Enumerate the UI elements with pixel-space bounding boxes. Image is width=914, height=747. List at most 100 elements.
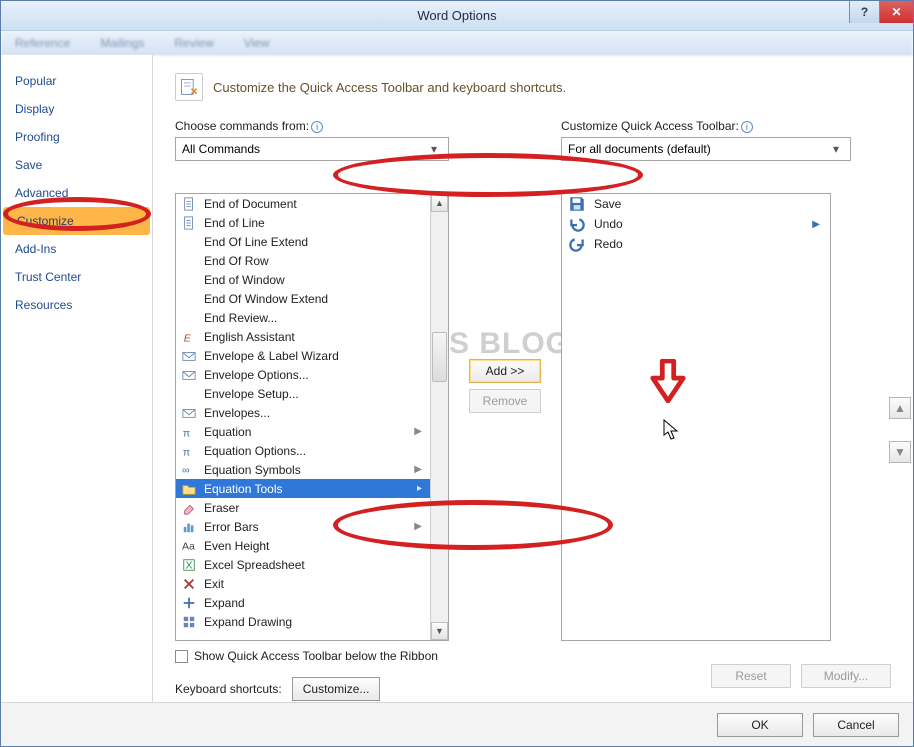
env-icon xyxy=(180,405,198,421)
command-item[interactable]: End of Document xyxy=(176,194,430,213)
command-item[interactable]: End Review... xyxy=(176,308,430,327)
command-label: Equation xyxy=(204,425,251,439)
move-up-button[interactable]: ▲ xyxy=(889,397,911,419)
reset-button[interactable]: Reset xyxy=(711,664,791,688)
submenu-indicator-icon: ▶ xyxy=(414,521,426,532)
scroll-up-button[interactable]: ▲ xyxy=(431,194,448,212)
commands-listbox[interactable]: End of DocumentEnd of LineEnd Of Line Ex… xyxy=(175,193,449,641)
sidebar-item-save[interactable]: Save xyxy=(1,151,152,179)
choose-commands-label: Choose commands from:i xyxy=(175,119,449,133)
command-item[interactable]: Error Bars▶ xyxy=(176,517,430,536)
keyboard-shortcuts-label: Keyboard shortcuts: xyxy=(175,682,282,696)
command-label: Envelopes... xyxy=(204,406,270,420)
panel-title: Customize the Quick Access Toolbar and k… xyxy=(213,80,566,95)
none-icon xyxy=(180,253,198,269)
command-item[interactable]: End Of Window Extend xyxy=(176,289,430,308)
none-icon xyxy=(180,272,198,288)
command-item[interactable]: End of Line xyxy=(176,213,430,232)
command-item[interactable]: ∞ Equation Symbols ▶ xyxy=(176,460,430,479)
command-label: Envelope Options... xyxy=(204,368,309,382)
window-controls: ? ✕ xyxy=(849,1,913,23)
sidebar-item-popular[interactable]: Popular xyxy=(1,67,152,95)
scroll-down-button[interactable]: ▼ xyxy=(431,622,448,640)
command-item[interactable]: πEquation▶ xyxy=(176,422,430,441)
sidebar-item-display[interactable]: Display xyxy=(1,95,152,123)
eraser-icon xyxy=(180,500,198,516)
none-icon xyxy=(180,310,198,326)
qat-item[interactable]: Undo ▶ xyxy=(562,214,830,234)
svg-text:X: X xyxy=(186,559,193,571)
panel-icon xyxy=(175,73,203,101)
env-icon xyxy=(180,348,198,364)
sidebar-item-customize[interactable]: Customize xyxy=(3,207,150,235)
submenu-indicator-icon: ▶ xyxy=(414,464,426,475)
sidebar-item-trust-center[interactable]: Trust Center xyxy=(1,263,152,291)
svg-text:Aa: Aa xyxy=(182,540,195,552)
svg-text:∞: ∞ xyxy=(182,464,190,476)
folder-icon xyxy=(180,481,198,497)
submenu-indicator-icon: ▶ xyxy=(414,426,426,437)
xlsx-icon: X xyxy=(180,557,198,573)
qat-target-dropdown[interactable]: For all documents (default) ▾ xyxy=(561,137,851,161)
scroll-thumb[interactable] xyxy=(432,332,447,382)
command-label: Equation Symbols xyxy=(204,463,301,477)
move-down-button[interactable]: ▼ xyxy=(889,441,911,463)
command-label: Equation Tools xyxy=(204,482,283,496)
ribbon-tabs-blurred: Reference Mailings Review View xyxy=(1,31,913,55)
save-icon xyxy=(568,196,586,212)
submenu-indicator-icon: ▶ xyxy=(812,219,824,230)
command-item[interactable]: πEquation Options... xyxy=(176,441,430,460)
command-label: End Review... xyxy=(204,311,277,325)
qat-listbox[interactable]: Save Undo ▶ Redo xyxy=(561,193,831,641)
qat-item[interactable]: Redo xyxy=(562,234,830,254)
command-item[interactable]: XExcel Spreadsheet xyxy=(176,555,430,574)
chevron-down-icon: ▾ xyxy=(426,142,442,156)
command-label: End Of Window Extend xyxy=(204,292,328,306)
listbox-scrollbar[interactable]: ▲ ▼ xyxy=(430,194,448,640)
sidebar-item-proofing[interactable]: Proofing xyxy=(1,123,152,151)
qat-item-label: Undo xyxy=(594,217,623,231)
command-item[interactable]: Expand xyxy=(176,593,430,612)
command-item[interactable]: Exit xyxy=(176,574,430,593)
command-item[interactable]: Envelope & Label Wizard xyxy=(176,346,430,365)
add-button[interactable]: Add >> xyxy=(469,359,541,383)
help-button[interactable]: ? xyxy=(849,1,879,23)
info-icon[interactable]: i xyxy=(741,121,753,133)
qat-item-label: Redo xyxy=(594,237,623,251)
choose-commands-value: All Commands xyxy=(182,142,260,156)
sidebar-item-advanced[interactable]: Advanced xyxy=(1,179,152,207)
command-label: Even Height xyxy=(204,539,269,553)
modify-button[interactable]: Modify... xyxy=(801,664,891,688)
command-item[interactable]: End Of Line Extend xyxy=(176,232,430,251)
page-icon xyxy=(180,196,198,212)
keyboard-customize-button[interactable]: Customize... xyxy=(292,677,381,701)
customize-panel: MUHNIUS BLOG Customize the Quick Access … xyxy=(153,55,913,746)
command-item[interactable]: Envelope Setup... xyxy=(176,384,430,403)
command-label: Equation Options... xyxy=(204,444,306,458)
titlebar: Word Options ? ✕ xyxy=(1,1,913,31)
remove-button[interactable]: Remove xyxy=(469,389,541,413)
qat-item[interactable]: Save xyxy=(562,194,830,214)
command-item[interactable]: Envelope Options... xyxy=(176,365,430,384)
command-item[interactable]: Expand Drawing xyxy=(176,612,430,631)
info-icon[interactable]: i xyxy=(311,121,323,133)
close-button[interactable]: ✕ xyxy=(879,1,913,23)
ok-button[interactable]: OK xyxy=(717,713,803,737)
command-item[interactable]: Aa Even Height xyxy=(176,536,430,555)
command-item[interactable]: Envelopes... xyxy=(176,403,430,422)
command-item[interactable]: Equation Tools▸ xyxy=(176,479,430,498)
sidebar-item-addins[interactable]: Add-Ins xyxy=(1,235,152,263)
command-item[interactable]: End Of Row xyxy=(176,251,430,270)
cancel-button[interactable]: Cancel xyxy=(813,713,899,737)
command-item[interactable]: End of Window xyxy=(176,270,430,289)
chevron-down-icon: ▾ xyxy=(828,142,844,156)
category-sidebar: Popular Display Proofing Save Advanced C… xyxy=(1,55,153,746)
page-icon xyxy=(180,215,198,231)
show-below-ribbon-checkbox[interactable] xyxy=(175,650,188,663)
command-item[interactable]: EEnglish Assistant xyxy=(176,327,430,346)
sidebar-item-resources[interactable]: Resources xyxy=(1,291,152,319)
e-icon: E xyxy=(180,329,198,345)
command-item[interactable]: Eraser xyxy=(176,498,430,517)
command-label: Eraser xyxy=(204,501,239,515)
choose-commands-dropdown[interactable]: All Commands ▾ xyxy=(175,137,449,161)
